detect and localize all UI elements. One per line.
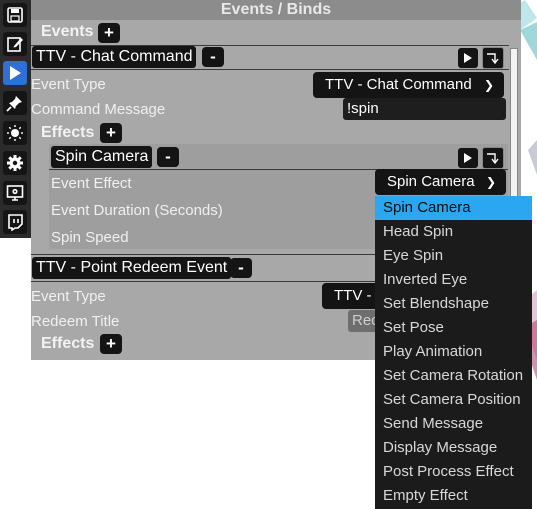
run-effect-button[interactable] xyxy=(458,148,478,168)
pin-icon xyxy=(6,96,22,112)
event-effect-options-list: Spin Camera Head Spin Eye Spin Inverted … xyxy=(375,196,532,509)
display-settings-icon xyxy=(6,185,24,201)
effect-option[interactable]: Spin Camera xyxy=(375,196,532,220)
twitch-tool-button[interactable] xyxy=(3,210,27,234)
command-message-input[interactable]: !spin xyxy=(343,98,506,120)
edit-tool-button[interactable] xyxy=(3,32,27,56)
panel-title: Events / Binds xyxy=(31,0,521,20)
effects-section-label: Effects xyxy=(41,124,95,141)
event-type-label: Event Type xyxy=(31,288,106,305)
command-message-label: Command Message xyxy=(31,101,166,118)
events-section-label: Events xyxy=(41,23,94,40)
light-tool-button[interactable] xyxy=(3,121,27,145)
event-type-value: TTV - Chat Command xyxy=(325,76,472,93)
effects-section-label: Effects xyxy=(41,335,95,352)
event-type-value: TTV - xyxy=(334,287,372,304)
chevron-down-icon: ❯ xyxy=(485,175,496,189)
play-icon xyxy=(464,153,472,163)
remove-event-button[interactable]: - xyxy=(230,258,252,278)
redeem-title-input[interactable]: Rec xyxy=(348,310,378,332)
effect-option[interactable]: Set Camera Position xyxy=(375,388,532,412)
play-icon xyxy=(10,66,21,80)
edit-icon xyxy=(7,37,23,52)
redeem-title-label: Redeem Title xyxy=(31,313,120,330)
effect-option[interactable]: Set Pose xyxy=(375,316,532,340)
event-effect-dropdown[interactable]: Spin Camera ❯ xyxy=(375,169,506,195)
event-divider xyxy=(31,69,509,70)
event-type-dropdown[interactable]: TTV - Chat Command ❯ xyxy=(313,72,504,98)
settings-icon xyxy=(7,155,23,171)
effect-option[interactable]: Inverted Eye xyxy=(375,268,532,292)
effect-option[interactable]: Set Blendshape xyxy=(375,292,532,316)
save-icon xyxy=(7,7,23,23)
spin-speed-label: Spin Speed xyxy=(51,229,129,246)
collapse-arrow-icon xyxy=(487,53,499,65)
effect-option[interactable]: Display Message xyxy=(375,436,532,460)
event-effect-value: Spin Camera xyxy=(387,173,475,190)
remove-event-button[interactable]: - xyxy=(202,47,224,67)
chevron-down-icon: ❯ xyxy=(483,78,494,92)
effect-option[interactable]: Play Animation xyxy=(375,340,532,364)
effect-option[interactable]: Empty Effect xyxy=(375,484,532,508)
effect-option[interactable]: Eye Spin xyxy=(375,244,532,268)
tool-sidebar xyxy=(0,0,31,238)
add-event-button[interactable]: + xyxy=(98,23,120,43)
collapse-effect-button[interactable] xyxy=(482,147,504,169)
play-tool-button[interactable] xyxy=(3,61,27,85)
add-effect-button[interactable]: + xyxy=(100,334,122,354)
collapse-arrow-icon xyxy=(487,153,499,165)
add-effect-button[interactable]: + xyxy=(100,123,122,143)
effect-option[interactable]: Send Message xyxy=(375,412,532,436)
effect-option[interactable]: Post Process Effect xyxy=(375,460,532,484)
effect-option[interactable]: Head Spin xyxy=(375,220,532,244)
light-icon xyxy=(7,125,23,141)
collapse-event-button[interactable] xyxy=(482,47,504,69)
twitch-icon xyxy=(8,214,23,231)
effect-header[interactable]: Spin Camera xyxy=(51,146,153,168)
run-event-button[interactable] xyxy=(458,48,478,68)
save-tool-button[interactable] xyxy=(3,3,27,27)
play-icon xyxy=(464,53,472,63)
effect-option[interactable]: Set Camera Rotation xyxy=(375,364,532,388)
pin-tool-button[interactable] xyxy=(3,91,27,115)
event-header-point-redeem[interactable]: TTV - Point Redeem Event xyxy=(32,257,232,279)
event-header-chat-command[interactable]: TTV - Chat Command xyxy=(32,46,197,68)
settings-tool-button[interactable] xyxy=(3,151,27,175)
remove-effect-button[interactable]: - xyxy=(157,147,179,167)
event-duration-label: Event Duration (Seconds) xyxy=(51,202,223,219)
display-settings-tool-button[interactable] xyxy=(3,181,27,205)
event-effect-label: Event Effect xyxy=(51,175,132,192)
event-type-label: Event Type xyxy=(31,76,106,93)
